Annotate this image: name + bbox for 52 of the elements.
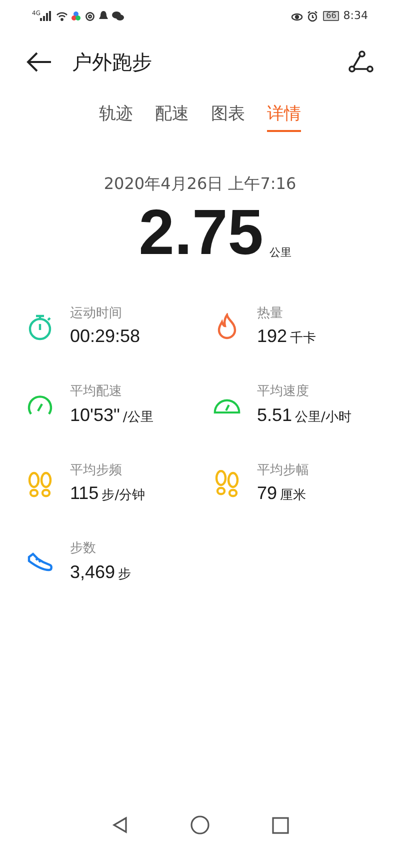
wifi-icon — [56, 11, 68, 21]
share-icon — [348, 50, 374, 74]
page-title: 户外跑步 — [72, 49, 152, 76]
stat-label: 平均步频 — [70, 462, 123, 480]
stat-value: 00:29:58 — [70, 325, 140, 348]
triangle-icon — [112, 816, 128, 834]
battery-indicator: 66 — [323, 11, 340, 21]
status-time: 8:34 — [343, 8, 368, 24]
stat-label: 平均速度 — [257, 383, 310, 401]
stat-value: 115 — [70, 482, 99, 505]
signal-icon — [40, 11, 52, 21]
stat-value: 192 — [257, 325, 288, 348]
stat-unit: /公里 — [122, 408, 154, 426]
distance-unit: 公里 — [269, 245, 292, 261]
back-arrow-icon — [26, 51, 52, 73]
stat-value: 79 — [257, 482, 278, 505]
stat-unit: 步/分钟 — [102, 487, 146, 505]
stat-label: 步数 — [70, 540, 97, 558]
back-button[interactable] — [26, 51, 52, 73]
nav-recents-button[interactable] — [272, 816, 288, 834]
share-button[interactable] — [348, 50, 374, 74]
square-icon — [272, 816, 288, 834]
distance-value: 2.75 — [138, 200, 264, 264]
stat-label: 运动时间 — [70, 304, 123, 322]
footprints-icon — [27, 470, 53, 498]
stat-value: 10'53" — [70, 404, 120, 426]
app-icon — [85, 11, 96, 21]
stat-label: 平均步幅 — [257, 462, 309, 480]
stat-value: 3,469 — [70, 560, 116, 584]
stat-label: 热量 — [257, 304, 284, 322]
alarm-icon — [307, 10, 318, 22]
stat-unit: 千卡 — [290, 330, 316, 348]
stat-unit: 公里/小时 — [295, 408, 352, 426]
app-icon — [71, 11, 82, 21]
footprints-icon — [214, 470, 240, 498]
nav-home-button[interactable] — [190, 815, 210, 835]
tab[interactable]: 轨迹 — [99, 102, 133, 132]
sneaker-icon — [26, 551, 54, 574]
eye-icon — [291, 11, 304, 21]
nav-back-button[interactable] — [112, 816, 128, 834]
tab[interactable]: 配速 — [155, 102, 189, 132]
gauge-icon — [26, 393, 54, 418]
circle-icon — [190, 815, 210, 835]
chat-icon — [112, 11, 124, 21]
workout-datetime: 2020年4月26日 上午7:16 — [102, 172, 298, 194]
flame-icon — [215, 312, 239, 341]
stat-value: 5.51 — [257, 404, 292, 426]
tab[interactable]: 图表 — [211, 102, 245, 132]
stat-unit: 厘米 — [280, 487, 306, 505]
stat-label: 平均配速 — [70, 383, 123, 401]
stat-unit: 步 — [118, 566, 132, 584]
stopwatch-icon — [27, 312, 53, 341]
